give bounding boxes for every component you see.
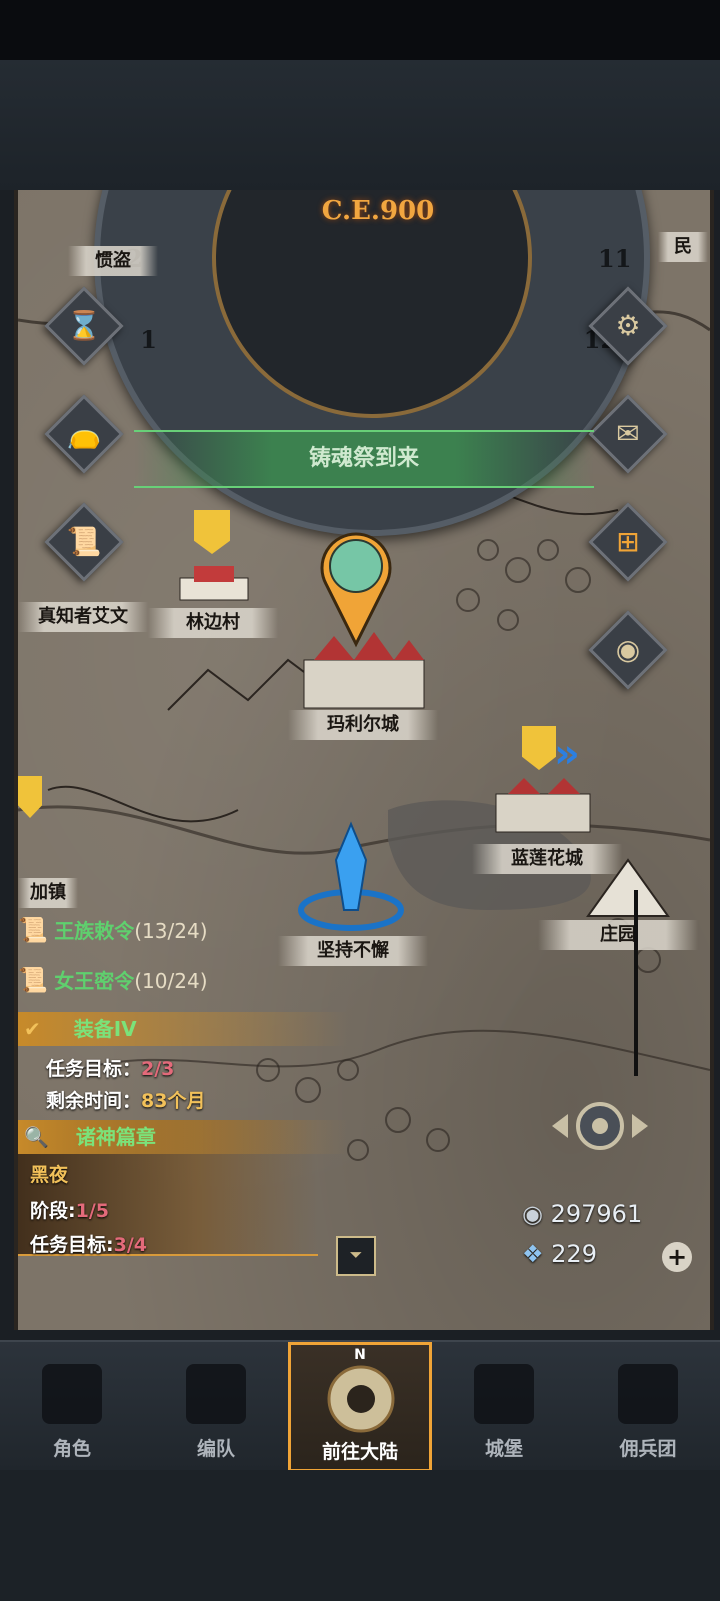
equip-task-goal: 任务目标：2/3	[46, 1054, 174, 1081]
silver-display: ◉ 297961	[522, 1200, 642, 1228]
collapse-button[interactable]: ⏷	[336, 1236, 376, 1276]
time-value: 83个月	[141, 1090, 206, 1112]
coin-icon: ◉	[615, 633, 641, 666]
quest-count: (13/24)	[134, 919, 208, 943]
route-arrow-icon: »	[554, 731, 580, 777]
mercenary-icon	[618, 1364, 678, 1424]
castle-lanlian-icon[interactable]	[488, 774, 598, 838]
dial-number[interactable]: 10	[584, 190, 617, 192]
collapse-icon: ⏷	[349, 1245, 363, 1264]
status-bar	[0, 0, 720, 60]
search-icon: 🔍	[24, 1125, 49, 1149]
dial-number[interactable]: 3	[140, 190, 157, 192]
equip-task-header[interactable]: ✔ 装备IV	[18, 1012, 348, 1046]
place-label-mali[interactable]: 玛利尔城	[288, 710, 438, 740]
tab-label: 佣兵团	[619, 1438, 677, 1460]
compass-letter: N	[354, 1347, 366, 1363]
grid-icon: ⊞	[616, 525, 640, 558]
crystal-monument-icon[interactable]	[296, 820, 406, 940]
gods-task-stage: 阶段:1/5	[30, 1196, 109, 1223]
task-check-icon: ✔	[24, 1017, 41, 1041]
compass-icon	[327, 1365, 395, 1433]
equip-task-title: 装备IV	[73, 1017, 137, 1041]
gear-icon: ⚙	[615, 309, 641, 342]
place-label-top-right: 民	[658, 232, 708, 262]
gods-task-title: 诸神篇章	[75, 1125, 156, 1149]
knight-icon	[42, 1364, 102, 1424]
header-band	[0, 60, 720, 190]
scroll-icon: 📜	[18, 966, 48, 994]
quest-name: 王族敕令	[54, 919, 135, 943]
hourglass-icon: ⌛	[66, 309, 102, 342]
scroll-icon: 📜	[66, 525, 102, 558]
mail-icon: ✉	[616, 417, 640, 450]
locate-button[interactable]	[548, 1090, 652, 1162]
place-label-top-left: 惯盗	[68, 246, 158, 276]
crystal-amount: 229	[551, 1240, 597, 1268]
helmet-icon	[186, 1364, 246, 1424]
bottom-band	[0, 1470, 720, 1601]
goal-value: 3/4	[113, 1234, 147, 1256]
silver-icon: ◉	[522, 1200, 543, 1228]
era-label: C.E.900	[321, 196, 435, 226]
equip-task-time: 剩余时间：83个月	[46, 1086, 205, 1113]
place-label-jiazhen[interactable]: 加镇	[18, 878, 78, 908]
scroll-icon: 📜	[18, 916, 48, 944]
world-map[interactable]: 123456789101112 C.E.900 ⌛ 👝 📜 ⚙ ✉ ⊞ ◉ 铸魂…	[14, 190, 714, 1330]
tab-label: 前往大陆	[321, 1441, 398, 1463]
goal-value: 2/3	[141, 1058, 175, 1080]
tab-castle[interactable]: 城堡	[432, 1342, 576, 1472]
stage-value: 1/5	[75, 1200, 109, 1222]
dial-number[interactable]: 1	[140, 325, 157, 354]
crystal-display: ❖ 229	[522, 1240, 597, 1268]
place-label-zhenzhi[interactable]: 真知者艾文	[18, 602, 148, 632]
crystal-icon: ❖	[522, 1240, 544, 1268]
quest-name: 女王密令	[54, 969, 135, 993]
gods-task-header[interactable]: 🔍 诸神篇章	[18, 1120, 348, 1154]
quest-row-royal[interactable]: 📜 王族敕令(13/24)	[18, 910, 208, 950]
map-divider	[634, 890, 638, 1076]
place-label-zhuangyuan[interactable]: 庄园	[538, 920, 698, 950]
event-banner[interactable]: 铸魂祭到来	[134, 430, 594, 488]
tab-label: 角色	[52, 1438, 91, 1460]
quest-count: (10/24)	[134, 969, 208, 993]
manor-icon[interactable]	[578, 850, 678, 920]
quest-row-queen[interactable]: 📜 女王密令(10/24)	[18, 960, 208, 1000]
place-label-jianchi[interactable]: 坚持不懈	[278, 936, 428, 966]
goal-label: 任务目标:	[30, 1234, 114, 1256]
goal-label: 任务目标：	[46, 1058, 142, 1080]
bottom-tab-bar: 角色 编队 N 前往大陆 城堡 佣兵团	[0, 1340, 720, 1472]
tab-label: 城堡	[484, 1438, 523, 1460]
gods-task-subtitle: 黑夜	[30, 1164, 69, 1186]
castle-mali-icon[interactable]	[294, 630, 434, 714]
event-banner-text: 铸魂祭到来	[308, 446, 419, 471]
tab-character[interactable]: 角色	[0, 1342, 144, 1472]
time-label: 剩余时间：	[46, 1090, 142, 1112]
tab-label: 编队	[196, 1438, 235, 1460]
plus-icon: +	[666, 1243, 688, 1271]
tab-mercenary[interactable]: 佣兵团	[576, 1342, 720, 1472]
bag-icon: 👝	[66, 417, 102, 450]
add-crystal-button[interactable]: +	[662, 1242, 692, 1272]
place-label-linbian[interactable]: 林边村	[148, 608, 278, 638]
gods-task-goal: 任务目标:3/4	[30, 1230, 147, 1257]
locate-icon	[552, 1102, 648, 1150]
castle-icon	[474, 1364, 534, 1424]
stage-label: 阶段:	[30, 1200, 76, 1222]
silver-amount: 297961	[550, 1200, 643, 1228]
village-icon[interactable]	[174, 560, 254, 604]
tab-formation[interactable]: 编队	[144, 1342, 288, 1472]
tab-continent[interactable]: N 前往大陆	[288, 1342, 432, 1472]
dial-number[interactable]: 11	[598, 244, 631, 273]
